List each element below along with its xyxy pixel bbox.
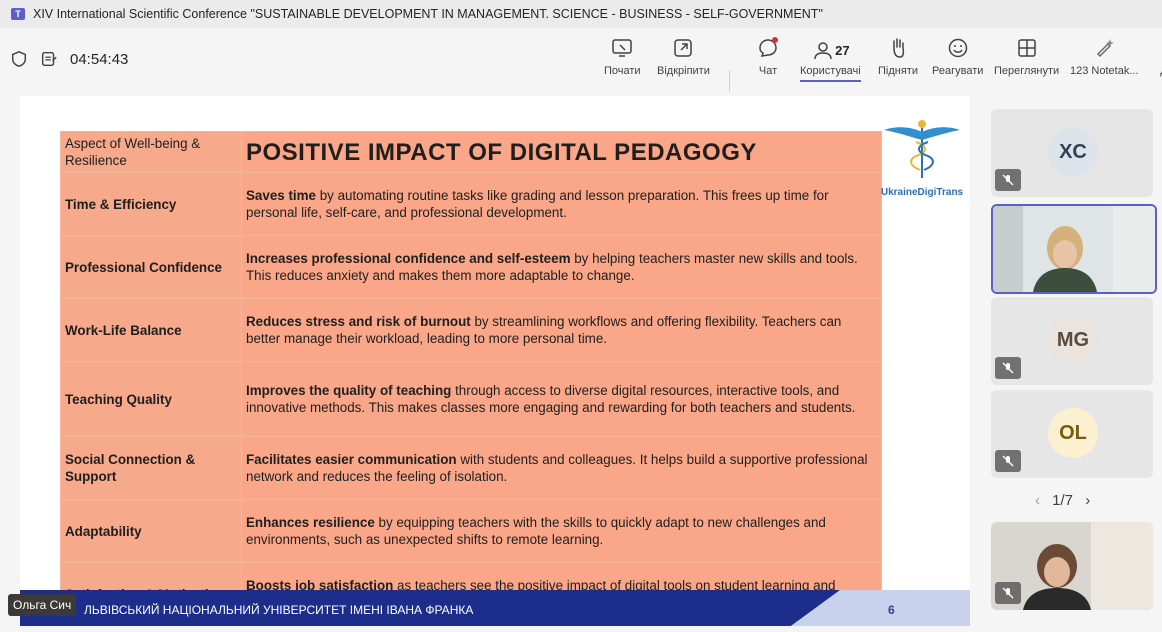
grid-view-icon [1017,39,1036,57]
popout-label: Відкріпити [657,65,710,77]
teams-logo-icon: T [11,8,25,20]
presentation-slide: Aspect of Well-being & Resilience POSITI… [20,96,970,626]
avatar-initials: XC [1059,140,1087,163]
description-cell: Enhances resilience by equipping teacher… [241,499,882,563]
start-label: Почати [604,65,641,77]
mic-muted-icon [995,169,1021,191]
description-text: by automating routine tasks like grading… [246,188,829,220]
caduceus-logo-icon [884,120,960,178]
screen-share-icon [612,39,633,57]
participant-video-tile[interactable] [991,522,1153,610]
chat-button[interactable]: Чат [756,36,780,86]
pen-sparkle-icon [1097,39,1115,58]
ukraine-digi-trans-logo: UkraineDigiTrans [877,118,967,208]
window-title: XIV International Scientific Conference … [33,7,823,21]
participant-pager: ‹ 1/7 › [1035,492,1090,509]
aspect-header: Aspect of Well-being & Resilience [60,131,242,173]
aspect-cell: Time & Efficiency [60,172,242,236]
people-icon [814,41,832,59]
aspect-cell: Adaptability [60,499,242,563]
description-bold: Facilitates easier communication [246,452,457,467]
shield-icon[interactable] [10,50,28,68]
description-cell: Facilitates easier communication with st… [241,436,882,500]
avatar: OL [1048,408,1098,458]
avatar-initials: MG [1056,328,1090,351]
title-bar: T XIV International Scientific Conferenc… [0,0,1162,28]
people-button[interactable]: 27 Користувачі [800,36,861,86]
react-label: Реагувати [932,65,984,77]
aspect-cell: Teaching Quality [60,361,242,437]
description-bold: Reduces stress and risk of burnout [246,314,471,329]
avatar: MG [1048,315,1098,365]
description-bold: Saves time [246,188,316,203]
participant-rail: XC MG OL ‹ 1/7 › [985,92,1162,632]
university-name: ЛЬВІВСЬКИЙ НАЦІОНАЛЬНИЙ УНІВЕРСИТЕТ ІМЕН… [84,603,474,617]
meeting-timer: 04:54:43 [70,50,129,68]
view-label: Переглянути [994,65,1060,77]
people-icon-group: 27 [811,36,850,65]
notes-icon[interactable] [40,50,58,68]
meeting-status: 04:54:43 [10,50,128,68]
more-button[interactable]: Д [1152,36,1162,86]
description-cell: Saves time by automating routine tasks l… [241,172,882,236]
chat-label: Чат [758,65,778,77]
avatar-initials: OL [1059,421,1087,444]
mic-muted-icon [995,450,1021,472]
description-bold: Improves the quality of teaching [246,383,452,398]
aspect-cell: Social Connection & Support [60,436,242,500]
participant-tile[interactable]: OL [991,390,1153,478]
aspect-cell: Work-Life Balance [60,298,242,362]
prev-page-icon[interactable]: ‹ [1035,492,1040,509]
description-bold: Increases professional confidence and se… [246,251,571,266]
participant-tile[interactable]: MG [991,297,1153,385]
table-row: Social Connection & Support Facilitates e… [60,436,882,500]
emoji-icon [948,38,967,58]
avatar: XC [1048,127,1098,177]
mic-muted-icon [995,357,1021,379]
table-row: Teaching Quality Improves the quality of … [60,361,882,437]
chat-icon [759,37,778,57]
table-row: Professional Confidence Increases profess… [60,235,882,299]
participant-tile[interactable]: XC [991,109,1153,197]
raise-label: Підняти [878,65,918,77]
table-row: Work-Life Balance Reduces stress and risk… [60,298,882,362]
description-bold: Enhances resilience [246,515,375,530]
participant-video [993,206,1155,292]
table-header-row: Aspect of Well-being & Resilience POSITI… [60,131,882,173]
table-row: Time & Efficiency Saves time by automatin… [60,172,882,236]
notes-app-button[interactable]: 123 Notetak... [1070,36,1139,86]
impact-table: Aspect of Well-being & Resilience POSITI… [60,131,882,626]
description-cell: Increases professional confidence and se… [241,235,882,299]
slide-number: 6 [888,603,895,617]
logo-text: UkraineDigiTrans [880,187,964,198]
popout-button[interactable]: Відкріпити [657,36,710,86]
participant-video-tile[interactable] [991,204,1157,294]
start-button[interactable]: Почати [604,36,641,86]
mic-muted-icon [995,582,1021,604]
view-button[interactable]: Переглянути [994,36,1059,86]
popout-icon [674,39,693,57]
slide-title: POSITIVE IMPACT OF DIGITAL PEDAGOGY [241,131,882,173]
description-cell: Improves the quality of teaching through… [241,361,882,437]
presenter-name-tag: Ольга Сич [8,594,77,616]
people-count: 27 [835,43,850,58]
page-indicator: 1/7 [1052,492,1074,509]
more-icon [1152,36,1162,60]
raise-hand-button[interactable]: Підняти [878,36,918,86]
hand-icon [893,38,905,58]
aspect-cell: Professional Confidence [60,235,242,299]
notes-app-label: 123 Notetak... [1070,65,1139,77]
people-label: Користувачі [800,65,861,82]
react-button[interactable]: Реагувати [932,36,983,86]
description-cell: Reduces stress and risk of burnout by st… [241,298,882,362]
table-row: Adaptability Enhances resilience by equip… [60,499,882,563]
next-page-icon[interactable]: › [1085,492,1090,509]
shared-content-stage: Aspect of Well-being & Resilience POSITI… [0,92,985,632]
meeting-toolbar: 04:54:43 Почати Відкріпити Чат 27 Корист… [0,28,1162,104]
